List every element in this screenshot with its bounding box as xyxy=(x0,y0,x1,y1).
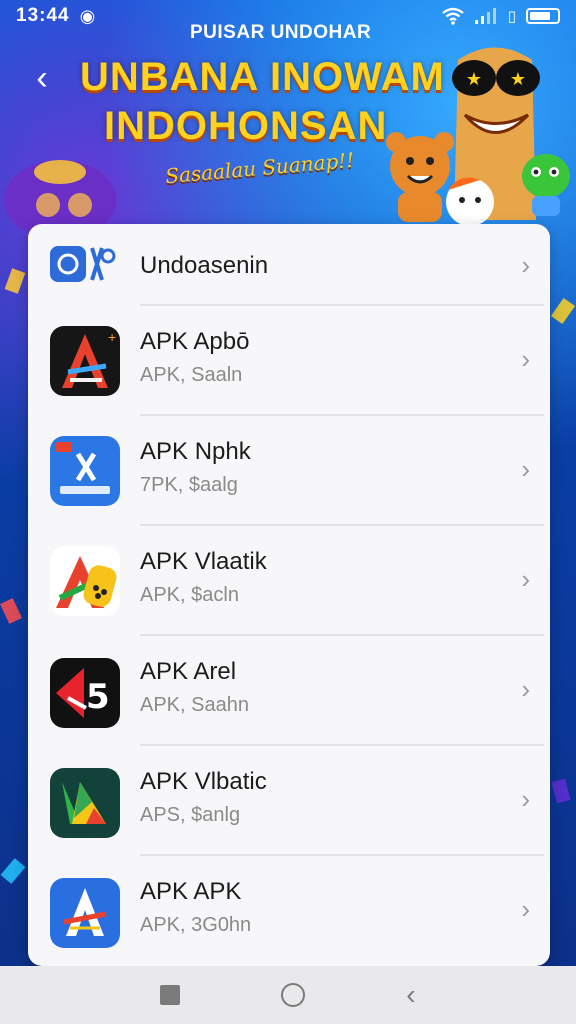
confetti xyxy=(0,858,26,884)
sim-icon: ▯ xyxy=(507,8,516,25)
item-meta: APK, Saahn xyxy=(140,694,249,716)
chevron-left-icon: ‹ xyxy=(406,979,416,1010)
chevron-right-icon: › xyxy=(521,454,530,484)
svg-text:+: + xyxy=(108,329,116,345)
list-item[interactable]: APK Vlaatik APK, $acln › xyxy=(28,526,550,634)
apk-apbo-app-icon: + xyxy=(50,326,120,396)
back-button[interactable]: ‹ xyxy=(26,58,58,98)
chevron-right-icon: › xyxy=(521,674,530,704)
confetti xyxy=(0,598,22,624)
square-icon xyxy=(160,985,181,1005)
apk-nphk-app-icon xyxy=(50,436,120,506)
nav-back-button[interactable]: ‹ xyxy=(406,981,415,1009)
list-item[interactable]: Undoasenin › xyxy=(28,224,550,304)
banner-subtitle: Sasaalau Suanap!! xyxy=(164,147,356,189)
chevron-right-icon: › xyxy=(521,894,530,924)
apk-vlaatik-app-icon xyxy=(50,546,120,616)
apk-apk-app-icon xyxy=(50,878,120,948)
list-item[interactable]: + APK Apbō APK, Saaln › xyxy=(28,306,550,414)
status-bar: 13:44 ◉ ▯ xyxy=(0,0,576,32)
svg-text:★: ★ xyxy=(510,69,526,89)
home-button[interactable] xyxy=(281,983,306,1007)
white-cat-mascot-illustration xyxy=(446,177,494,226)
green-mascot-illustration xyxy=(522,154,570,216)
list-item[interactable]: APK Vlbatic APS, $anlg › xyxy=(28,746,550,854)
chevron-right-icon: › xyxy=(521,250,530,280)
confetti xyxy=(551,778,571,804)
status-icons: ▯ xyxy=(441,7,560,25)
banner-title-line-1: UNBANA INOWAM xyxy=(80,55,445,99)
undoasenin-app-icon xyxy=(50,244,120,284)
item-name: APK Arel xyxy=(140,658,237,685)
status-time: 13:44 xyxy=(16,5,70,26)
purple-mascot-illustration xyxy=(4,160,116,230)
item-name: APK APK xyxy=(140,878,242,905)
app-list-card: Undoasenin › + APK Apbō APK, Saaln › APK… xyxy=(28,224,550,966)
recent-apps-button[interactable] xyxy=(160,985,181,1005)
apk-vlbatic-app-icon xyxy=(50,768,120,838)
list-item[interactable]: APK Nphk 7PK, $aalg › xyxy=(28,416,550,524)
confetti xyxy=(550,297,576,325)
item-name: APK Vlaatik xyxy=(140,548,267,575)
chevron-right-icon: › xyxy=(521,344,530,374)
item-meta: APK, Saaln xyxy=(140,364,243,386)
item-name: APK Nphk xyxy=(140,438,251,465)
item-name: APK Apbō xyxy=(140,328,250,355)
chevron-left-icon: ‹ xyxy=(36,59,48,97)
wifi-icon xyxy=(441,7,464,25)
circle-icon xyxy=(281,983,306,1007)
system-nav-bar: ‹ xyxy=(0,966,576,1024)
item-meta: 7PK, $aalg xyxy=(140,474,238,496)
list-item[interactable]: 5 APK Arel APK, Saahn › xyxy=(28,636,550,744)
item-name: APK Vlbatic xyxy=(140,768,267,795)
apk-arel-app-icon: 5 xyxy=(50,658,120,728)
item-meta: APK, $acln xyxy=(140,584,239,606)
svg-text:5: 5 xyxy=(86,677,110,717)
item-name: Undoasenin xyxy=(140,252,269,279)
battery-icon xyxy=(526,8,560,24)
confetti xyxy=(4,268,26,294)
header-banner: PUISAR UNDOHAR ‹ UNBANA INOWAM INDOHONSA… xyxy=(0,0,576,230)
signal-icon xyxy=(474,8,496,24)
item-meta: APS, $anlg xyxy=(140,804,241,826)
banner-title-line-2: INDOHONSAN xyxy=(104,104,388,148)
chevron-right-icon: › xyxy=(521,784,530,814)
list-item[interactable]: APK APK APK, 3G0hn › xyxy=(28,856,550,966)
chevron-right-icon: › xyxy=(521,564,530,594)
notification-icon: ◉ xyxy=(79,5,96,26)
item-meta: APK, 3G0hn xyxy=(140,914,252,936)
svg-text:★: ★ xyxy=(466,69,482,89)
